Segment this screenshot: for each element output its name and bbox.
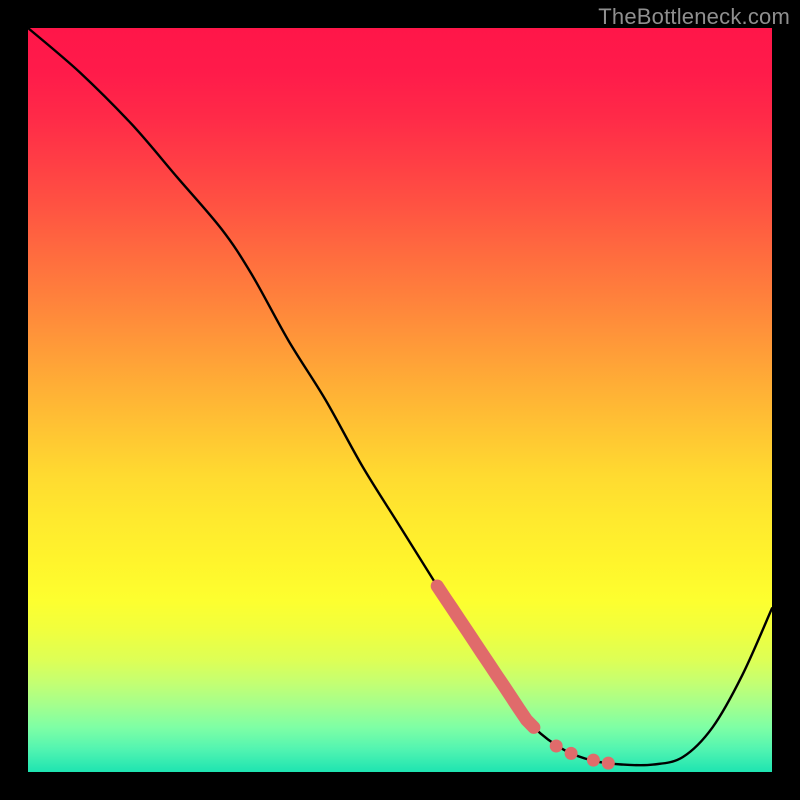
- highlight-markers: [437, 586, 615, 770]
- highlight-marker: [587, 754, 600, 767]
- chart-frame: TheBottleneck.com: [0, 0, 800, 800]
- highlight-marker: [565, 747, 578, 760]
- chart-svg: [28, 28, 772, 772]
- line-series: [28, 28, 772, 765]
- highlight-segment-stroke: [437, 586, 534, 727]
- highlight-marker: [550, 740, 563, 753]
- plot-area: [28, 28, 772, 772]
- highlight-marker: [602, 757, 615, 770]
- watermark-text: TheBottleneck.com: [598, 4, 790, 30]
